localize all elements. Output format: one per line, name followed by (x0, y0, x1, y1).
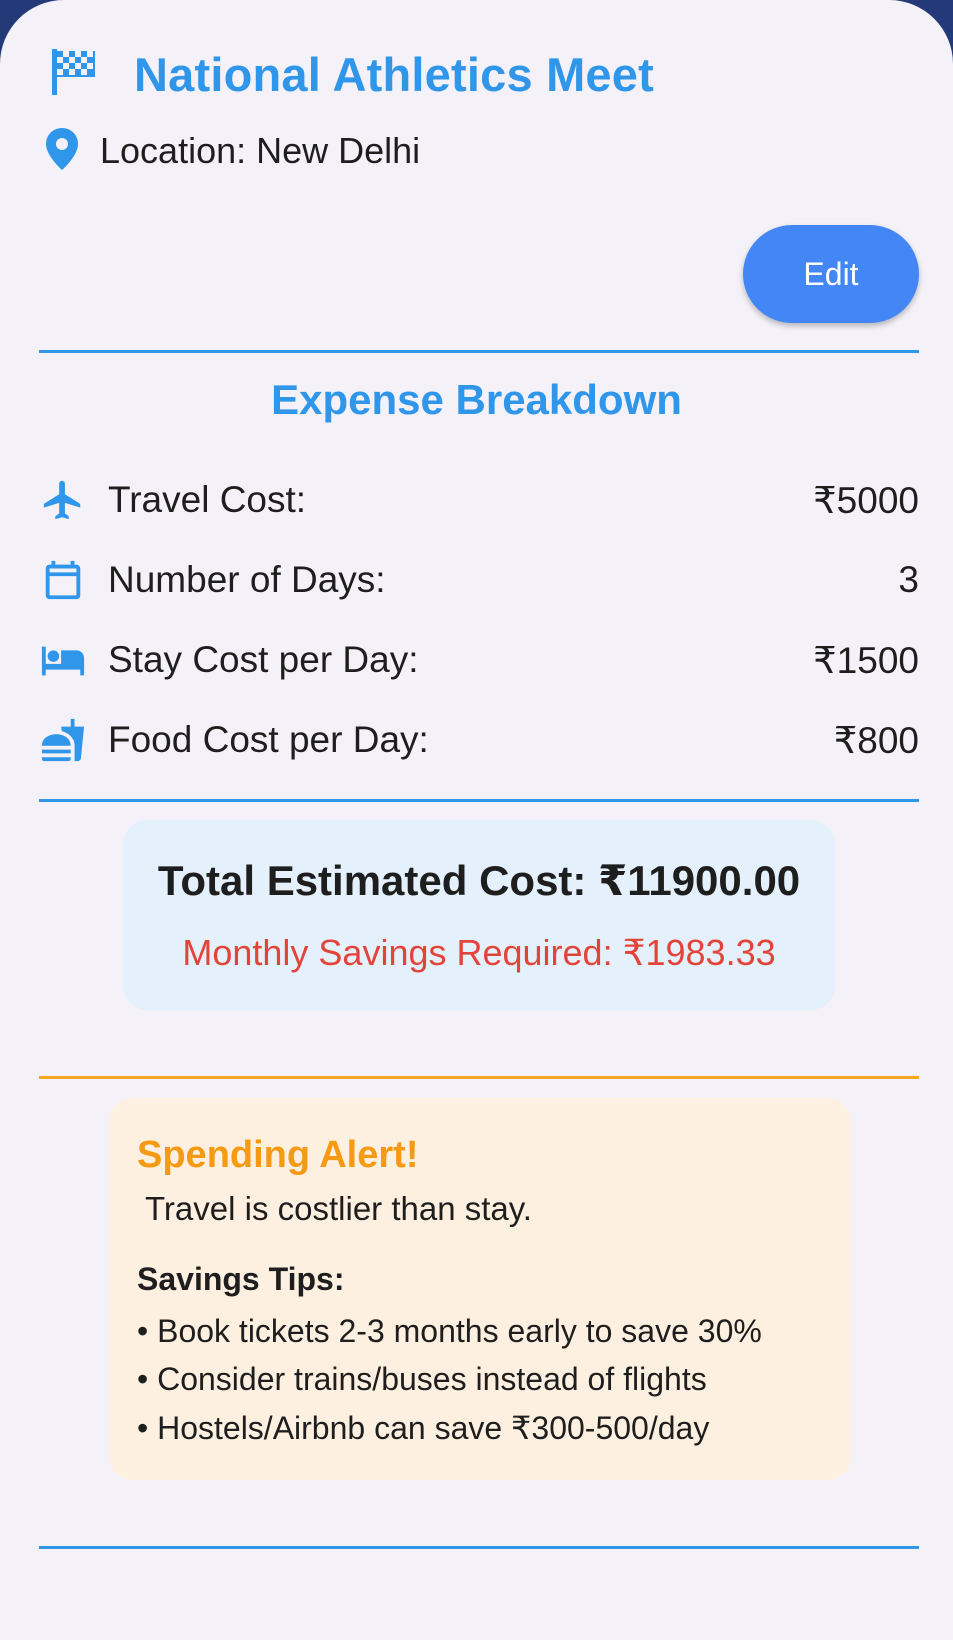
travel-cost-row: Travel Cost: ₹5000 (40, 472, 919, 528)
days-row: Number of Days: 3 (40, 552, 919, 608)
row-value: ₹5000 (813, 479, 919, 521)
event-header: National Athletics Meet (52, 44, 654, 104)
location-pin-icon (44, 127, 80, 176)
divider (39, 1076, 919, 1079)
event-title: National Athletics Meet (134, 47, 654, 101)
monthly-savings: Monthly Savings Required: ₹1983.33 (182, 932, 776, 973)
event-card: National Athletics Meet Location: New De… (0, 0, 953, 1640)
tip-item: • Consider trains/buses instead of fligh… (137, 1361, 707, 1397)
row-label: Stay Cost per Day: (108, 639, 419, 680)
tip-item: • Book tickets 2-3 months early to save … (137, 1313, 762, 1349)
edit-button[interactable]: Edit (743, 225, 919, 323)
fastfood-icon (40, 717, 86, 763)
tip-item: • Hostels/Airbnb can save ₹300-500/day (137, 1410, 710, 1446)
stay-cost-row: Stay Cost per Day: ₹1500 (40, 632, 919, 688)
row-value: ₹1500 (813, 639, 919, 681)
row-value: ₹800 (833, 719, 919, 761)
alert-title: Spending Alert! (137, 1134, 419, 1176)
total-summary-box: Total Estimated Cost: ₹11900.00 Monthly … (123, 820, 835, 1010)
bed-icon (40, 637, 86, 683)
section-title: Expense Breakdown (271, 376, 682, 423)
row-value: 3 (898, 559, 919, 600)
row-label: Number of Days: (108, 559, 386, 600)
food-cost-row: Food Cost per Day: ₹800 (40, 712, 919, 768)
alert-message: Travel is costlier than stay. (145, 1190, 532, 1227)
row-label: Travel Cost: (108, 479, 307, 520)
divider (39, 1546, 919, 1549)
checkered-flag-icon (52, 47, 98, 102)
calendar-icon (40, 557, 86, 603)
event-location: Location: New Delhi (44, 126, 420, 176)
divider (39, 350, 919, 353)
location-text: Location: New Delhi (100, 130, 421, 171)
spending-alert-box: Spending Alert! Travel is costlier than … (109, 1098, 851, 1480)
tips-title: Savings Tips: (137, 1261, 345, 1297)
airplane-icon (40, 477, 86, 523)
total-cost: Total Estimated Cost: ₹11900.00 (157, 857, 801, 904)
row-label: Food Cost per Day: (108, 719, 429, 760)
divider (39, 799, 919, 802)
